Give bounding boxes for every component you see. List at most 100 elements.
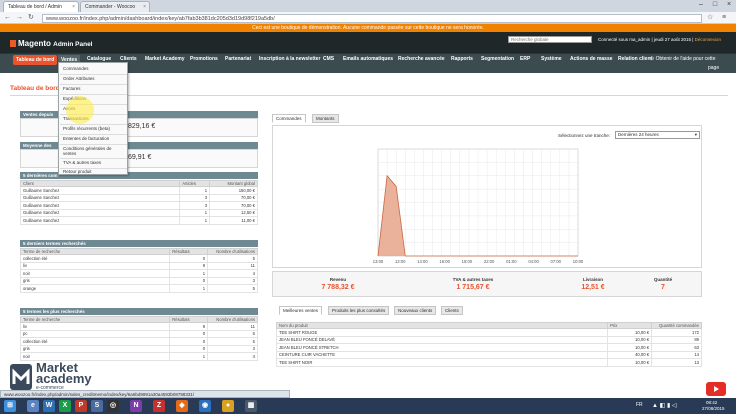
- menu-icon[interactable]: ≡: [722, 14, 726, 22]
- app-icon[interactable]: X: [59, 400, 71, 412]
- reload-icon[interactable]: ↻: [28, 14, 34, 22]
- app-icon[interactable]: ▦: [245, 400, 257, 412]
- help-link-page[interactable]: page: [708, 65, 719, 71]
- onenote-icon[interactable]: N: [130, 400, 142, 412]
- table-cell: 1: [169, 269, 209, 278]
- table-row[interactable]: CEINTURE CUIR VACHETTE 40,00 €14: [275, 350, 702, 359]
- table-row[interactable]: noir 1 4: [19, 352, 258, 361]
- app-icon[interactable]: W: [43, 400, 55, 412]
- menu-item-billing-agreements[interactable]: Ententes de facturation: [63, 136, 109, 141]
- youtube-icon[interactable]: [706, 382, 726, 396]
- table-row[interactable]: liv 9 11: [19, 322, 258, 331]
- nav-auto-emails[interactable]: Emails automatiques: [343, 56, 393, 62]
- menu-item-invoices[interactable]: Factures: [63, 86, 81, 91]
- menu-item-tax[interactable]: TVA & autres taxes: [63, 160, 101, 165]
- tab-most-viewed[interactable]: Produits les plus consultés: [328, 306, 390, 315]
- language-indicator[interactable]: FR: [636, 402, 643, 408]
- menu-item-order-attributes[interactable]: Order Attributes: [63, 76, 95, 81]
- nav-reports[interactable]: Rapports: [451, 56, 473, 62]
- close-icon[interactable]: ×: [72, 4, 75, 10]
- x-tick-label: 13:00: [395, 259, 406, 264]
- url-field[interactable]: www.woozoo.fr/index.php/admin/dashboard/…: [42, 14, 702, 23]
- app-icon[interactable]: ◉: [199, 400, 211, 412]
- tab-title: Tableau de bord / Admin: [8, 4, 62, 10]
- table-row[interactable]: orange 1 5: [19, 284, 258, 293]
- magento-logo[interactable]: Magento Admin Panel: [10, 39, 93, 48]
- table-row[interactable]: Guillaume Sanchez 3 70,00 €: [19, 201, 258, 210]
- tab-amounts[interactable]: Montants: [312, 114, 339, 123]
- table-cell: 14: [651, 350, 702, 359]
- menu-item-returns[interactable]: Retour produit: [63, 169, 92, 174]
- menu-item-terms[interactable]: Conditions générales de ventes: [63, 146, 123, 156]
- nav-partnership[interactable]: Partenariat: [225, 56, 251, 62]
- table-row[interactable]: gris 0 3: [19, 276, 258, 285]
- table-cell: 9: [169, 261, 209, 270]
- nav-erp[interactable]: ERP: [520, 56, 530, 62]
- table-row[interactable]: liv 9 11: [19, 261, 258, 270]
- tab-bestsellers[interactable]: Meilleures ventes: [279, 306, 323, 315]
- table-row[interactable]: collection été 0 5: [19, 337, 258, 346]
- app-icon[interactable]: ◆: [176, 400, 188, 412]
- taskbar: ⊞ e W X P S ◎ N Z ◆ ◉ ● ▦ FR ▲ ◧ ▮ ◁ 08:…: [0, 398, 736, 414]
- nav-dashboard[interactable]: Tableau de bord: [13, 55, 58, 65]
- tab-customers[interactable]: Clients: [441, 306, 463, 315]
- tray-icons[interactable]: ▲ ◧ ▮ ◁: [652, 402, 677, 409]
- table-row[interactable]: Guillaume Sanchez 1 11,00 €: [19, 216, 258, 225]
- table-row[interactable]: TEE SHIRT ROUGE 10,00 €172: [275, 328, 702, 337]
- menu-item-orders[interactable]: Commandes: [63, 66, 89, 71]
- nav-promotions[interactable]: Promotions: [190, 56, 218, 62]
- nav-customer-relations[interactable]: Relation client: [618, 56, 652, 62]
- tab-new-customers[interactable]: Nouveaux clients: [394, 306, 437, 315]
- forward-icon[interactable]: →: [16, 14, 23, 22]
- nav-system[interactable]: Système: [541, 56, 562, 62]
- nav-advanced-search[interactable]: Recherche avancée: [398, 56, 445, 62]
- nav-newsletter[interactable]: Inscription à la newsletter: [259, 56, 320, 62]
- minimize-icon[interactable]: –: [694, 0, 708, 10]
- table-row[interactable]: gris 0 3: [19, 344, 258, 353]
- browser-tab-strip: Tableau de bord / Admin × Commander - Wo…: [0, 0, 736, 12]
- table-row[interactable]: Guillaume Sanchez 3 70,00 €: [19, 193, 258, 202]
- table-row[interactable]: collection été 0 5: [19, 254, 258, 263]
- app-icon[interactable]: P: [75, 400, 87, 412]
- back-icon[interactable]: ←: [4, 14, 11, 22]
- star-icon[interactable]: ☆: [707, 14, 713, 22]
- table-row[interactable]: Guillaume Sanchez 1 150,00 €: [19, 186, 258, 195]
- nav-segmentation[interactable]: Segmentation: [481, 56, 514, 62]
- table-row[interactable]: JEAN BLEU FONCÉ DELAVÉ 10,00 €89: [275, 335, 702, 344]
- chevron-down-icon: ▾: [694, 132, 697, 137]
- chrome-icon[interactable]: ●: [222, 400, 234, 412]
- close-window-icon[interactable]: ×: [722, 0, 736, 10]
- nav-cms[interactable]: CMS: [323, 56, 334, 62]
- lifetime-sales-header: Ventes depuis: [20, 111, 258, 118]
- browser-tab-woocommerce[interactable]: Commander - Woocoo ×: [80, 1, 150, 12]
- period-select[interactable]: Dernières 24 heures ▾: [615, 131, 700, 139]
- table-cell: TEE SHIRT NOIR: [275, 358, 609, 367]
- table-cell: Guillaume Sanchez: [19, 186, 181, 195]
- filezilla-icon[interactable]: Z: [153, 400, 165, 412]
- table-row[interactable]: JEAN BLEU FONCÉ STRETCH 10,00 €63: [275, 343, 702, 352]
- table-cell: 10,00 €: [607, 335, 653, 344]
- stat-value-revenue: 7 788,32 €: [321, 284, 355, 291]
- last-search-table: Terme de recherche Résultats Nombre d'ut…: [19, 248, 258, 293]
- app-icon[interactable]: e: [27, 400, 39, 412]
- start-icon[interactable]: ⊞: [4, 400, 16, 412]
- close-icon[interactable]: ×: [143, 4, 146, 10]
- last-orders-table: Client Articles Montant global Guillaume…: [19, 180, 258, 225]
- app-icon[interactable]: ◎: [107, 400, 119, 412]
- table-cell: 10,00 €: [607, 358, 653, 367]
- table-row[interactable]: Guillaume Sanchez 1 12,50 €: [19, 208, 258, 217]
- logo-line2: academy: [36, 371, 92, 386]
- menu-item-recurring-profiles[interactable]: Profils récurrents (beta): [63, 126, 110, 131]
- browser-tab-dashboard[interactable]: Tableau de bord / Admin ×: [3, 1, 79, 12]
- app-icon[interactable]: S: [91, 400, 103, 412]
- maximize-icon[interactable]: □: [708, 0, 722, 10]
- help-link[interactable]: ⊙ Obtenir de l'aide pour cette: [650, 56, 715, 62]
- logout-link[interactable]: Déconnexion: [695, 37, 721, 42]
- table-row[interactable]: noir 1 4: [19, 269, 258, 278]
- nav-market-academy[interactable]: Market Academy: [145, 56, 185, 62]
- table-row[interactable]: TEE SHIRT NOIR 10,00 €13: [275, 358, 702, 367]
- global-search-input[interactable]: [508, 36, 592, 43]
- table-row[interactable]: pc 0 6: [19, 329, 258, 338]
- tab-orders[interactable]: Commandes: [272, 114, 306, 123]
- nav-mass-actions[interactable]: Actions de masse: [570, 56, 613, 62]
